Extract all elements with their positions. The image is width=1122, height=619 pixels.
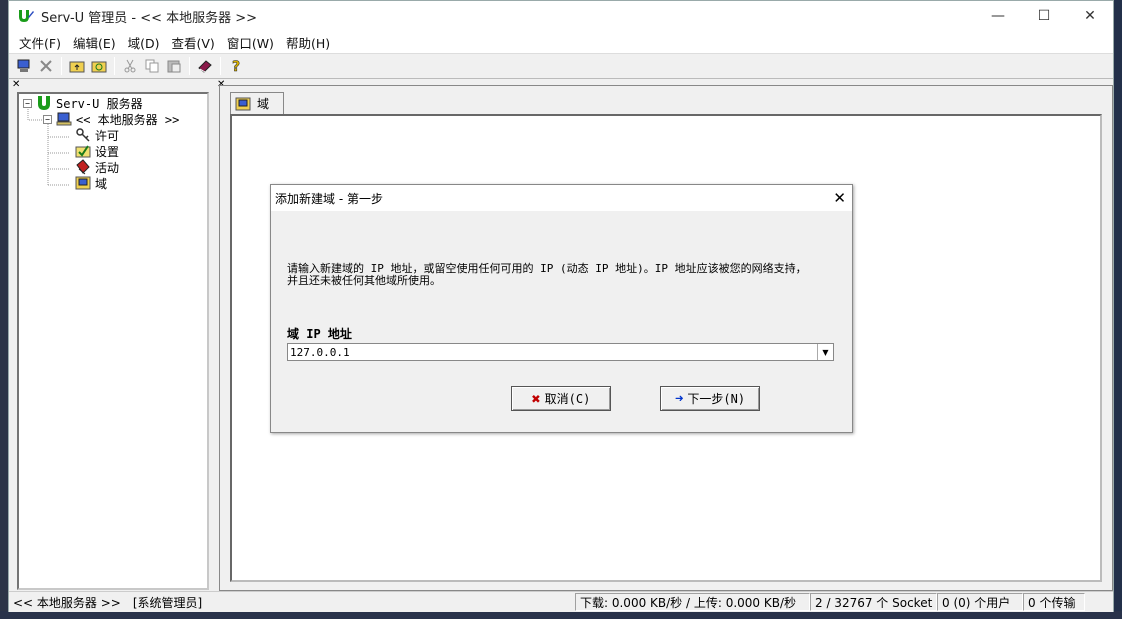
svg-text:?: ? [232,59,240,74]
tree-item-license[interactable]: 许可 [75,127,119,143]
pane-splitter[interactable] [211,79,217,591]
servu-app-icon [19,10,34,22]
status-users: 0 (0) 个用户 [937,593,1023,611]
tree-item-activity[interactable]: 活动 [75,159,119,175]
menu-view[interactable]: 查看(V) [166,33,221,52]
dialog-message-line: 并且还未被任何其他域所使用。 [287,274,441,287]
maximize-button[interactable]: ☐ [1021,1,1067,31]
tree-item-settings[interactable]: 设置 [75,143,119,159]
status-sockets: 2 / 32767 个 Socket [810,593,937,611]
copy-icon[interactable] [141,55,163,77]
tree-label: Serv-U 服务器 [56,96,143,111]
server-tree: − Serv-U 服务器 − << 本地服务器 >> 许可 设置 活动 域 [17,92,209,590]
status-server: << 本地服务器 >> [系统管理员] [9,593,575,611]
tree-label: 许可 [95,128,120,143]
toolbar-separator [114,57,115,75]
tree-item-local-server[interactable]: − << 本地服务器 >> [43,111,179,127]
menu-bar: 文件(F) 编辑(E) 域(D) 查看(V) 窗口(W) 帮助(H) [9,31,1113,53]
dialog-message: 请输入新建域的 IP 地址，或留空使用任何可用的 IP (动态 IP 地址)。I… [287,263,847,287]
toolbar: ? [9,53,1113,79]
title-bar: Serv-U 管理员 - << 本地服务器 >> [9,1,1113,31]
context-help-icon[interactable]: ? [225,55,247,77]
tab-label: 域 [257,97,270,111]
window-controls: — ☐ ✕ [975,1,1113,31]
menu-edit[interactable]: 编辑(E) [67,33,122,52]
collapse-icon[interactable]: − [23,98,32,108]
dialog-title: 添加新建域 - 第一步 [275,191,383,206]
desktop-edge-bottom [0,611,1122,619]
menu-domain[interactable]: 域(D) [122,33,166,52]
tree-label: << 本地服务器 >> [76,112,180,127]
tree-label: 活动 [95,160,120,175]
cut-icon[interactable] [119,55,141,77]
next-button-label: 下一步(N) [687,392,746,406]
help-book-icon[interactable] [194,55,216,77]
minimize-button[interactable]: — [975,1,1021,31]
domain-ip-label: 域 IP 地址 [287,327,352,341]
domain-computer-icon [75,176,91,190]
refresh-icon[interactable] [88,55,110,77]
menu-file[interactable]: 文件(F) [13,33,67,52]
tree-item-domains[interactable]: 域 [75,175,107,191]
activity-icon [76,159,90,175]
status-role: [系统管理员] [132,595,203,610]
folder-up-icon[interactable] [66,55,88,77]
key-icon [76,128,90,142]
menu-help[interactable]: 帮助(H) [280,33,336,52]
domain-ip-combobox[interactable]: 127.0.0.1 ▼ [287,343,834,361]
toolbar-separator [220,57,221,75]
window-title: Serv-U 管理员 - << 本地服务器 >> [41,10,258,26]
toolbar-separator [61,57,62,75]
collapse-icon[interactable]: − [43,114,52,124]
connect-icon[interactable] [13,55,35,77]
status-transfers: 0 个传输 [1023,593,1085,611]
add-domain-dialog: 添加新建域 - 第一步 ✕ 请输入新建域的 IP 地址，或留空使用任何可用的 I… [270,184,853,433]
dropdown-arrow-icon[interactable]: ▼ [817,344,833,360]
tree-label: 设置 [95,144,120,159]
menu-window[interactable]: 窗口(W) [221,33,280,52]
status-server-name: << 本地服务器 >> [13,595,121,610]
next-button[interactable]: ➜ 下一步(N) [660,386,760,411]
cancel-button[interactable]: ✖ 取消(C) [511,386,611,411]
paste-icon[interactable] [163,55,185,77]
dialog-close-icon[interactable]: ✕ [833,189,846,207]
tab-domain[interactable]: 域 [230,92,284,114]
settings-check-icon [75,145,91,158]
toolbar-separator [189,57,190,75]
domain-tab-icon [235,97,251,110]
cancel-button-label: 取消(C) [544,392,591,406]
computer-icon [56,112,72,126]
close-button[interactable]: ✕ [1067,1,1113,31]
dialog-title-bar: 添加新建域 - 第一步 [271,185,852,211]
status-transfer-rate: 下载: 0.000 KB/秒 / 上传: 0.000 KB/秒 [575,593,810,611]
delete-icon[interactable] [35,55,57,77]
next-arrow-icon: ➜ [674,390,684,407]
tree-pane-close-icon[interactable]: ✕ [12,79,20,90]
domain-ip-value[interactable]: 127.0.0.1 [288,346,817,359]
status-bar: << 本地服务器 >> [系统管理员] 下载: 0.000 KB/秒 / 上传:… [9,591,1113,612]
cancel-x-icon: ✖ [531,389,541,408]
desktop-edge-right [1114,0,1122,619]
servu-u-icon [38,96,50,110]
tree-label: 域 [95,176,108,191]
tree-item-servu-server[interactable]: − Serv-U 服务器 [23,95,143,111]
